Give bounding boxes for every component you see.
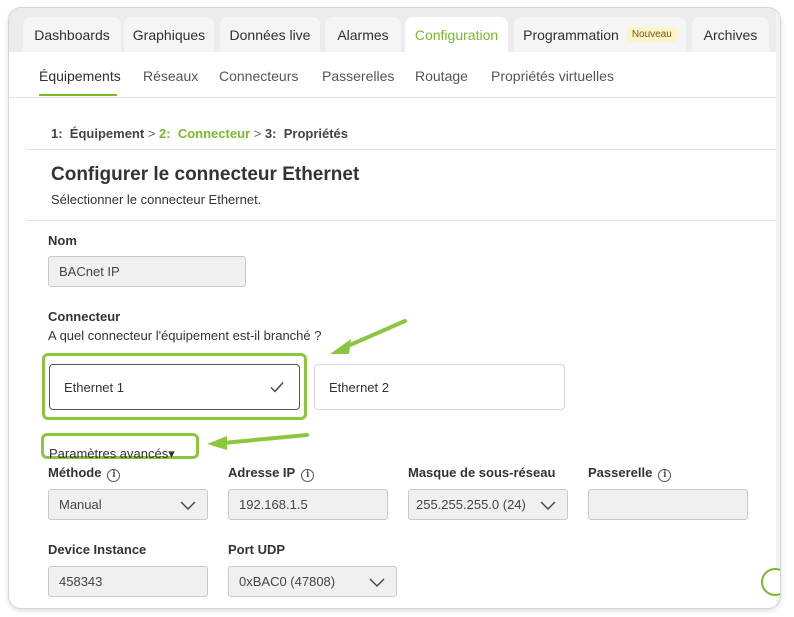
breadcrumb-separator: > (253, 126, 262, 141)
device-instance-value: 458343 (59, 574, 103, 589)
method-select[interactable]: Manual (48, 489, 208, 520)
breadcrumb-step-number: 1: (51, 126, 63, 141)
subnav-proprietes-virtuelles[interactable]: Propriétés virtuelles (491, 68, 614, 84)
annotation-arrow-icon (207, 433, 309, 450)
device-instance-label: Device Instance (48, 542, 147, 557)
name-value: BACnet IP (59, 264, 120, 279)
tab-alarmes[interactable]: Alarmes (325, 17, 401, 52)
main-tab-bar: Dashboards Graphiques Données live Alarm… (9, 8, 780, 52)
caret-down-icon: ▾ (168, 446, 175, 461)
tab-programmation[interactable]: Programmation Nouveau (514, 17, 686, 52)
new-badge: Nouveau (626, 27, 677, 42)
tab-archives[interactable]: Archives (692, 17, 769, 52)
app-window: Dashboards Graphiques Données live Alarm… (9, 8, 780, 608)
subnet-mask-value: 255.255.255.0 (24) (416, 497, 526, 512)
tab-dashboards[interactable]: Dashboards (23, 17, 121, 52)
info-icon[interactable]: i (301, 469, 315, 482)
subnet-mask-label: Masque de sous-réseau (408, 465, 556, 480)
udp-port-value: 0xBAC0 (47808) (239, 574, 336, 589)
ip-address-label: Adresse IP i (228, 465, 315, 482)
subnav-routage[interactable]: Routage (415, 68, 468, 84)
name-input[interactable]: BACnet IP (48, 256, 246, 287)
connector-option-label: Ethernet 1 (64, 379, 124, 395)
breadcrumb-step-equipement[interactable]: Équipement (70, 126, 144, 141)
breadcrumb-step-number: 3: (264, 126, 277, 141)
subnav-passerelles[interactable]: Passerelles (322, 68, 394, 84)
subnav-reseaux[interactable]: Réseaux (143, 68, 198, 84)
page-subtitle: Sélectionner le connecteur Ethernet. (51, 192, 262, 207)
subnet-mask-select[interactable]: 255.255.255.0 (24) (408, 489, 568, 520)
divider (26, 149, 780, 150)
chevron-down-icon (540, 501, 556, 510)
method-value: Manual (59, 497, 102, 512)
gateway-label: Passerelle i (588, 465, 672, 482)
help-widget-icon[interactable] (761, 568, 780, 596)
tab-label: Programmation (523, 26, 619, 43)
tab-label: Archives (703, 26, 758, 43)
gateway-input[interactable] (588, 489, 748, 520)
advanced-settings-label: Paramètres avancés (49, 446, 169, 461)
tab-label: Dashboards (34, 26, 110, 43)
subnav-connecteurs[interactable]: Connecteurs (219, 68, 298, 84)
info-icon[interactable]: i (658, 469, 672, 482)
udp-port-label: Port UDP (228, 542, 286, 557)
sub-navigation: Équipements Réseaux Connecteurs Passerel… (9, 52, 780, 98)
breadcrumb-step-number: 2: (159, 126, 171, 141)
check-icon (270, 382, 284, 393)
tab-label: Alarmes (337, 26, 389, 43)
scrollbar[interactable] (776, 8, 780, 608)
tab-graphiques[interactable]: Graphiques (124, 17, 214, 52)
connector-option-label: Ethernet 2 (329, 379, 389, 395)
method-label-text: Méthode (48, 465, 102, 480)
connector-help-text: A quel connecteur l'équipement est-il br… (48, 328, 322, 343)
tab-donnees-live[interactable]: Données live (220, 17, 320, 52)
tab-label: Données live (229, 26, 311, 43)
name-label: Nom (48, 233, 77, 248)
udp-port-select[interactable]: 0xBAC0 (47808) (228, 566, 397, 597)
info-icon[interactable]: i (107, 469, 121, 482)
connector-label: Connecteur (48, 309, 121, 324)
gateway-label-text: Passerelle (588, 465, 653, 480)
advanced-settings-toggle[interactable]: Paramètres avancés▾ (49, 446, 175, 462)
device-instance-input[interactable]: 458343 (48, 566, 208, 597)
ip-address-input[interactable]: 192.168.1.5 (228, 489, 388, 520)
subnav-equipements[interactable]: Équipements (39, 68, 121, 84)
breadcrumb-separator: > (147, 126, 156, 141)
page-title: Configurer le connecteur Ethernet (51, 164, 360, 185)
connector-option-ethernet-2[interactable]: Ethernet 2 (314, 364, 565, 410)
connector-option-ethernet-1[interactable]: Ethernet 1 (49, 364, 300, 410)
chevron-down-icon (180, 501, 196, 510)
ip-address-label-text: Adresse IP (228, 465, 296, 480)
divider (26, 220, 780, 221)
tab-label: Configuration (414, 26, 499, 43)
breadcrumb-step-proprietes: Propriétés (283, 126, 349, 141)
breadcrumb-step-connecteur: Connecteur (177, 126, 251, 141)
tab-label: Graphiques (132, 26, 206, 43)
method-label: Méthode i (48, 465, 121, 482)
breadcrumb: 1: Équipement > 2: Connecteur > 3: Propr… (51, 126, 348, 141)
active-subnav-indicator (39, 94, 117, 96)
tab-configuration[interactable]: Configuration (405, 17, 508, 52)
ip-address-value: 192.168.1.5 (239, 497, 308, 512)
chevron-down-icon (369, 578, 385, 587)
annotation-arrow-icon (330, 319, 407, 354)
